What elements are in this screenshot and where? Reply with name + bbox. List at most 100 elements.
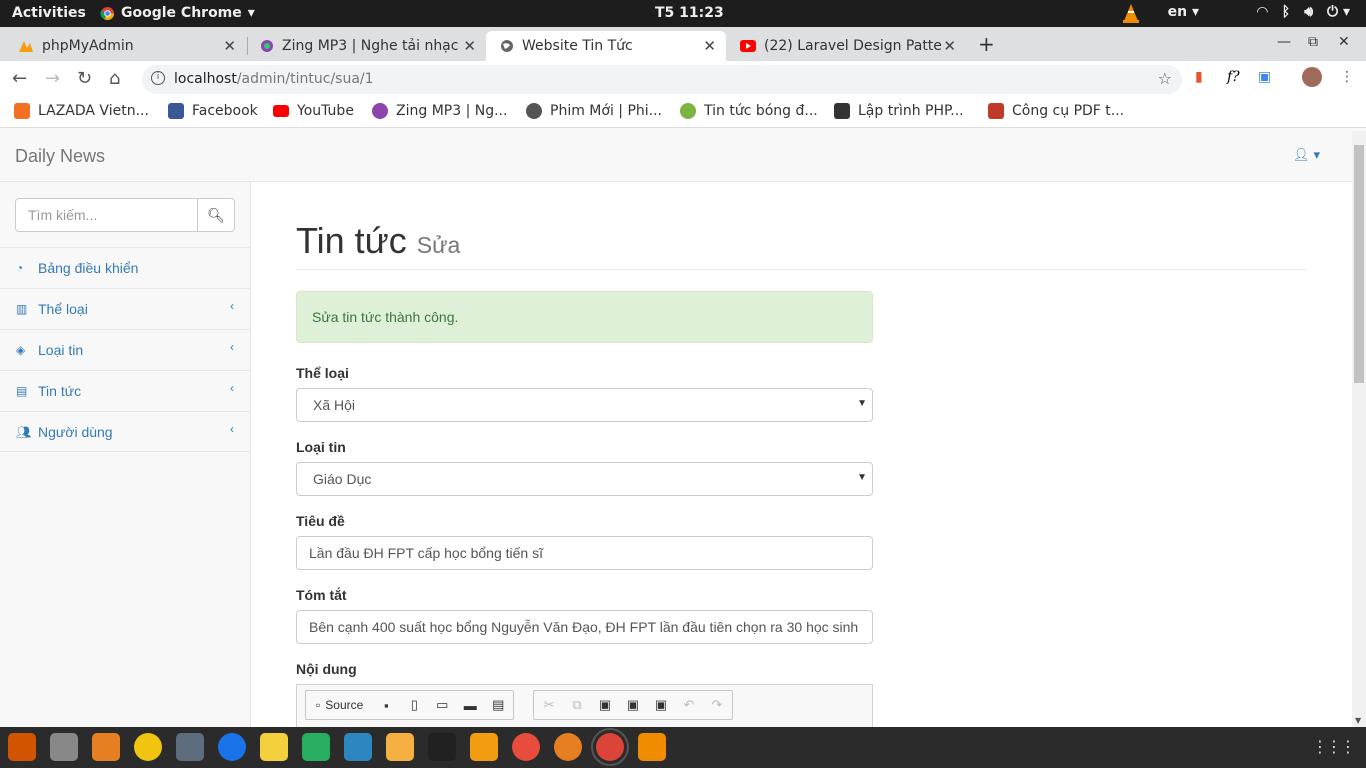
dropdown-arrow-icon: ▼ bbox=[857, 398, 867, 409]
globe-icon bbox=[501, 40, 513, 52]
category-select[interactable]: Xã Hội ▼ bbox=[296, 388, 873, 422]
undo-icon[interactable]: ↶ bbox=[678, 697, 700, 713]
reload-button[interactable]: ↻ bbox=[77, 68, 92, 89]
close-icon[interactable]: ✕ bbox=[703, 37, 716, 55]
maximize-button[interactable]: ⧉ bbox=[1308, 34, 1318, 50]
files-app-icon[interactable] bbox=[50, 733, 78, 761]
bookmark-youtube[interactable]: YouTube bbox=[273, 103, 354, 119]
language-indicator[interactable]: en ▾ bbox=[1168, 4, 1199, 20]
site-brand[interactable]: Daily News bbox=[15, 146, 105, 167]
bookmark-lazada[interactable]: LAZADA Vietn... bbox=[14, 103, 149, 119]
save-icon[interactable]: ▪ bbox=[375, 698, 397, 713]
tab-website-tin-tuc[interactable]: Website Tin Tức ✕ bbox=[486, 31, 726, 61]
youtube-icon bbox=[273, 105, 289, 117]
bookmark-zing-mp3[interactable]: Zing MP3 | Ng... bbox=[372, 103, 507, 119]
bookmark-facebook[interactable]: Facebook bbox=[168, 103, 258, 119]
software-center-icon[interactable] bbox=[92, 733, 120, 761]
window-close-button[interactable]: ✕ bbox=[1338, 34, 1350, 50]
profile-avatar[interactable] bbox=[1302, 67, 1322, 87]
source-button[interactable]: ▫ Source bbox=[310, 698, 369, 712]
clock[interactable]: T5 11:23 bbox=[655, 5, 724, 21]
rich-text-editor[interactable]: ▫ Source ▪ ▯ ▭ ▬ ▤ ✂ ⧉ ▣ ▣ ▣ ↶ ↷ bbox=[296, 684, 873, 727]
teamviewer-icon[interactable] bbox=[218, 733, 246, 761]
user-menu[interactable]: 👤︎ ▾ bbox=[1293, 148, 1320, 163]
translate-extension-icon[interactable]: ▣ bbox=[1258, 69, 1271, 85]
address-bar[interactable]: i localhost/admin/tintuc/sua/1 ☆ bbox=[142, 65, 1182, 94]
scroll-down-arrow-icon[interactable]: ▼ bbox=[1355, 716, 1361, 725]
copy-icon[interactable]: ⧉ bbox=[566, 697, 588, 713]
forward-button[interactable]: → bbox=[45, 68, 60, 89]
vlc-tray-icon[interactable] bbox=[1122, 3, 1140, 23]
app-name: Google Chrome bbox=[121, 5, 242, 21]
paste-text-icon[interactable]: ▣ bbox=[622, 697, 644, 713]
close-icon[interactable]: ✕ bbox=[223, 37, 236, 55]
activities-button[interactable]: Activities bbox=[12, 5, 86, 21]
news-type-select[interactable]: Giáo Dục ▼ bbox=[296, 462, 873, 496]
chevron-left-icon: ‹ bbox=[230, 299, 234, 313]
sidebar-item-news[interactable]: ▤ Tin tức ‹ bbox=[0, 370, 250, 411]
admin-sidebar: 🔍︎ ◔ Bảng điều khiển ▥ Thể loại ‹ ◈ Loại… bbox=[0, 182, 251, 727]
dropdown-arrow-icon: ▼ bbox=[857, 472, 867, 483]
app-menu[interactable]: Google Chrome ▾ bbox=[100, 5, 255, 21]
terminal-icon[interactable] bbox=[428, 733, 456, 761]
new-page-icon[interactable]: ▯ bbox=[403, 697, 425, 713]
vlc-dock-icon[interactable] bbox=[638, 733, 666, 761]
tab-zing-mp3[interactable]: Zing MP3 | Nghe tải nhạc ✕ bbox=[246, 31, 486, 61]
paste-icon[interactable]: ▣ bbox=[594, 697, 616, 713]
firefox-icon[interactable] bbox=[554, 733, 582, 761]
sidebar-item-categories[interactable]: ▥ Thể loại ‹ bbox=[0, 288, 250, 329]
home-button[interactable]: ⌂ bbox=[109, 68, 120, 89]
back-button[interactable]: ← bbox=[12, 68, 27, 89]
bookmark-lap-trinh-php[interactable]: Lập trình PHP... bbox=[834, 103, 964, 119]
chrome-menu-icon[interactable]: ⋮ bbox=[1340, 69, 1354, 85]
sidebar-item-users[interactable]: 👥︎ Người dùng ‹ bbox=[0, 411, 250, 452]
headline-input[interactable]: Lần đầu ĐH FPT cấp học bổng tiến sĩ bbox=[296, 536, 873, 570]
user-icon: 👤︎ bbox=[1292, 148, 1310, 163]
document-app-icon[interactable] bbox=[344, 733, 372, 761]
summary-input[interactable]: Bên cạnh 400 suất học bổng Nguyễn Văn Đạ… bbox=[296, 610, 873, 644]
info-icon[interactable]: i bbox=[151, 71, 165, 85]
search-button[interactable]: 🔍︎ bbox=[197, 198, 235, 232]
bookmark-star-icon[interactable]: ☆ bbox=[1158, 69, 1172, 88]
redo-icon[interactable]: ↷ bbox=[706, 697, 728, 713]
search-input[interactable] bbox=[15, 198, 198, 232]
zing-icon bbox=[261, 40, 273, 52]
image-viewer-icon[interactable] bbox=[260, 733, 288, 761]
sidebar-item-news-types[interactable]: ◈ Loại tin ‹ bbox=[0, 329, 250, 370]
disk-app-icon[interactable] bbox=[134, 733, 162, 761]
app-grid-icon[interactable]: ⋮⋮⋮ bbox=[1312, 737, 1356, 756]
close-icon[interactable]: ✕ bbox=[463, 37, 476, 55]
new-tab-button[interactable]: + bbox=[978, 32, 995, 56]
templates-icon[interactable]: ▤ bbox=[487, 697, 509, 713]
football-icon bbox=[680, 103, 696, 119]
spreadsheet-app-icon[interactable] bbox=[302, 733, 330, 761]
minimize-button[interactable]: — bbox=[1277, 34, 1291, 50]
settings-app-icon[interactable] bbox=[8, 733, 36, 761]
summary-label: Tóm tắt bbox=[296, 587, 347, 603]
office-extension-icon[interactable]: ▮ bbox=[1195, 69, 1203, 85]
tab-phpmyadmin[interactable]: phpMyAdmin ✕ bbox=[4, 31, 246, 61]
news-type-label: Loại tin bbox=[296, 439, 346, 455]
sidebar-search: 🔍︎ bbox=[15, 198, 235, 232]
tab-laravel-youtube[interactable]: (22) Laravel Design Patte ✕ bbox=[726, 31, 966, 61]
formula-extension-icon[interactable]: f? bbox=[1227, 69, 1240, 85]
text-editor-icon[interactable] bbox=[386, 733, 414, 761]
sidebar-item-dashboard[interactable]: ◔ Bảng điều khiển bbox=[0, 247, 250, 288]
sublime-text-icon[interactable] bbox=[470, 733, 498, 761]
close-icon[interactable]: ✕ bbox=[943, 37, 956, 55]
chrome-dock-icon[interactable] bbox=[591, 728, 629, 766]
youtube-icon bbox=[740, 40, 756, 52]
cut-icon[interactable]: ✂ bbox=[538, 697, 560, 713]
bookmark-tin-tuc-bong-da[interactable]: Tin tức bóng đ... bbox=[680, 103, 818, 119]
print-icon[interactable]: ▬ bbox=[459, 698, 481, 713]
postman-icon[interactable] bbox=[512, 733, 540, 761]
bookmark-cong-cu-pdf[interactable]: Công cụ PDF t... bbox=[988, 103, 1124, 119]
preview-icon[interactable]: ▭ bbox=[431, 697, 453, 713]
page-scrollbar[interactable]: ▼ bbox=[1352, 131, 1366, 727]
scrollbar-thumb[interactable] bbox=[1354, 145, 1364, 383]
url-text[interactable]: localhost/admin/tintuc/sua/1 bbox=[174, 71, 374, 87]
bookmark-phim-moi[interactable]: Phim Mới | Phi... bbox=[526, 103, 662, 119]
paste-word-icon[interactable]: ▣ bbox=[650, 697, 672, 713]
calendar-app-icon[interactable] bbox=[176, 733, 204, 761]
system-tray[interactable]: en ▾ ◠ ᛒ 🔊︎ ⏻ ▾ bbox=[1168, 4, 1350, 20]
